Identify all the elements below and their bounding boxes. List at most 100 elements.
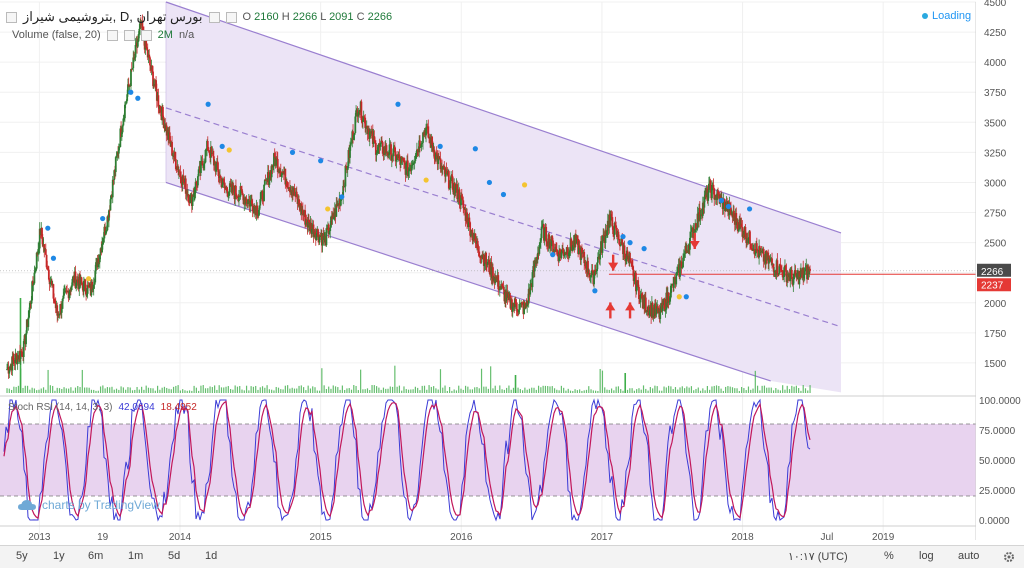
volume-bar [284,385,286,393]
volume-bar [362,389,364,393]
candle-body [623,245,626,254]
candle-body [601,240,604,253]
price-tick-label: 4000 [984,58,1007,69]
volume-bar [788,389,791,393]
volume-bar [147,387,150,393]
volume-bar [731,387,734,393]
volume-bar [802,385,804,393]
price-tick-label: 3000 [984,178,1007,189]
volume-bar [293,388,296,393]
collapse-icon[interactable] [6,11,17,23]
candle-body [790,269,793,278]
volume-bar [22,387,24,393]
auto-toggle[interactable]: auto [958,550,979,562]
price-chart[interactable]: 4500425040003750350032503000275025002250… [0,0,1024,567]
signal-dot-blue [486,179,493,186]
close-icon[interactable] [225,11,237,23]
signal-dot-yellow [676,294,682,300]
ohlc-values: O 2160 H 2266 L 2091 C 2266 [242,11,393,23]
volume-bar [467,386,469,393]
volume-bar [569,390,572,393]
volume-bar [115,388,118,393]
volume-bar [537,385,540,393]
volume-bar [186,390,188,393]
range-1m-button[interactable]: 1m [128,550,143,562]
signal-dot-blue [641,246,647,252]
volume-bar [633,390,635,393]
volume-bar [389,386,391,393]
volume-bar [300,385,302,393]
volume-bar [316,390,318,393]
volume-bar [111,386,113,393]
settings-icon[interactable] [123,29,135,41]
volume-bar [608,389,610,393]
candle-body [114,157,117,173]
percent-toggle[interactable]: % [884,550,894,562]
volume-bar [191,390,193,393]
volume-label: Volume (false, 20) [12,29,101,41]
log-toggle[interactable]: log [919,550,934,562]
volume-bar [214,385,216,393]
volume-bar [371,385,373,393]
volume-bar [647,390,649,393]
volume-bar [615,386,617,393]
volume-bar [13,386,15,393]
range-5d-button[interactable]: 5d [168,550,180,562]
volume-bar [401,390,403,393]
range-1y-button[interactable]: 1y [53,550,65,562]
last-price-text: 2266 [981,267,1004,278]
volume-bar [421,385,423,393]
settings-icon[interactable] [208,11,220,23]
candle-body [134,44,137,58]
volume-bar [533,387,535,393]
volume-bar [49,385,51,393]
candle-body [263,184,265,202]
gear-icon[interactable] [1003,551,1015,563]
volume-bar [410,389,412,393]
signal-dot-blue [128,89,134,95]
volume-bar [686,386,688,393]
volume-bar [695,388,697,393]
candle-body [611,217,614,227]
signal-dot-blue [592,288,598,294]
volume-bar [453,389,455,393]
range-6m-button[interactable]: 6m [88,550,103,562]
volume-bar [674,387,677,393]
volume-bar [47,369,49,393]
volume-bar [642,385,645,393]
volume-bar [588,386,590,393]
volume-bar [113,389,115,393]
volume-bar [184,390,186,393]
volume-bar [248,390,250,393]
range-1d-button[interactable]: 1d [205,550,217,562]
volume-bar [152,388,154,393]
volume-bar [503,389,505,393]
volume-bar [29,389,31,393]
price-tick-label: 4250 [984,28,1007,39]
volume-bar [93,389,95,393]
volume-bar [544,385,547,393]
volume-bar [604,387,606,393]
tradingview-watermark[interactable]: charts by TradingView [18,498,160,512]
signal-dot-blue [550,252,556,258]
volume-bar [487,388,489,393]
volume-bar [63,387,65,393]
volume-bar [553,388,556,393]
chart-header: بتروشیمی شیراز, D, بورس تهران O 2160 H 2… [6,8,392,26]
eye-icon[interactable] [106,29,118,41]
volume-bar [535,389,537,393]
volume-bar [665,387,667,393]
volume-bar [590,389,592,393]
volume-bar [617,386,620,393]
volume-bar [268,389,270,393]
volume-bar [202,385,204,393]
volume-bar [318,390,321,393]
candle-body [136,41,139,47]
volume-bar [266,385,268,393]
time-tick-label: 2014 [169,532,192,543]
close-icon[interactable] [140,29,152,41]
rsi-k-value: 42.0694 [118,402,155,413]
range-5y-button[interactable]: 5y [16,550,28,562]
time-zone-label[interactable]: ۱۰:۱۷ (UTC) [788,550,848,563]
volume-bar [56,387,58,393]
